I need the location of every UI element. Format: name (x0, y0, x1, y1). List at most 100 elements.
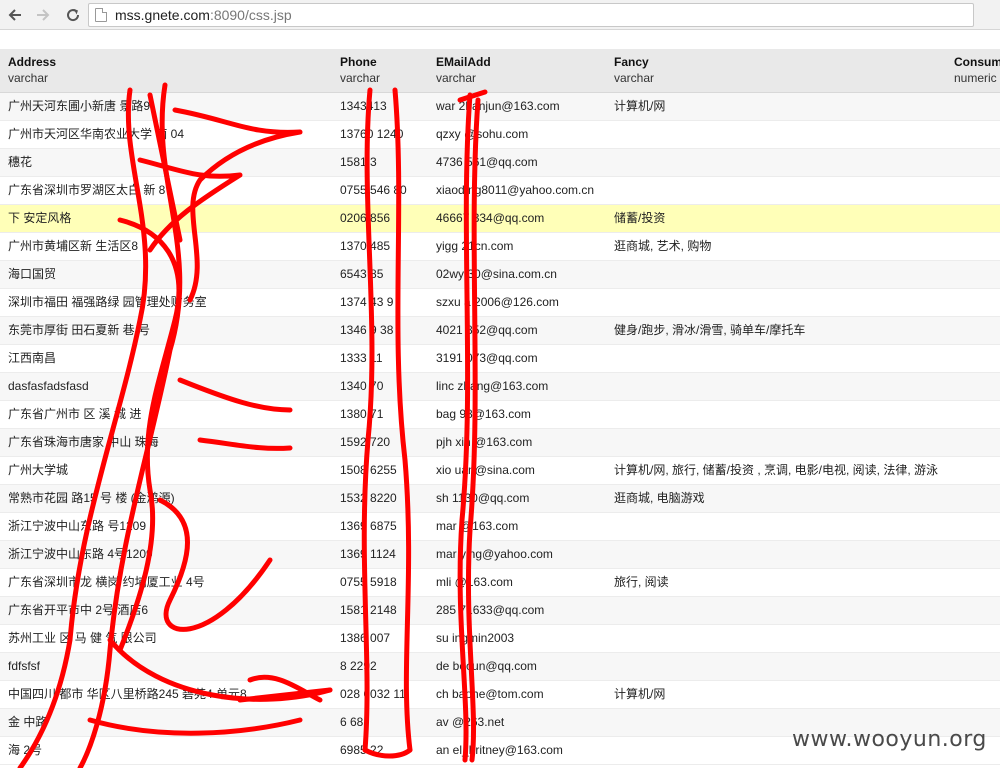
cell-fancy: 计算机/网, 旅行, 储蓄/投资 , 烹调, 电影/电视, 阅读, 法律, 游泳 (614, 463, 939, 477)
column-header-consume: Consum numeric (954, 54, 1000, 86)
column-name: EMailAdd (436, 55, 491, 69)
cell-phone: 6543 85 (340, 267, 384, 281)
cell-address: 穗花 (8, 155, 33, 169)
column-name: Consum (954, 55, 1000, 69)
cell-email: 46667 334@qq.com (436, 211, 545, 225)
cell-email: 285 71633@qq.com (436, 603, 545, 617)
arrow-right-icon (37, 8, 50, 21)
table-row: 广州大学城 1508 6255 xio uan@sina.com 计算机/网, 旅行,… (0, 457, 1000, 485)
cell-email: qzxy @sohu.com (436, 127, 529, 141)
table-row: 穗花 1581 3 4736 561@qq.com (0, 149, 1000, 177)
cell-email: av @263.net (436, 715, 505, 729)
cell-address: 苏州工业 区 马 健 气 限公司 (8, 631, 157, 645)
cell-email: 4021 852@qq.com (436, 323, 538, 337)
cell-email: bag 98@163.com (436, 407, 531, 421)
reload-button[interactable] (62, 4, 84, 26)
table-row: 常熟市花园 路15 号 楼 (金鸿源) 1532 8220 sh 1130@qq.c… (0, 485, 1000, 513)
cell-phone: 1386 007 (340, 631, 391, 645)
cell-email: mar ying@yahoo.com (436, 547, 553, 561)
table-row: 深圳市福田 福强路绿 园管理处财务室 1374 43 9 szxu a 2006@1… (0, 289, 1000, 317)
cell-phone: 1343413 (340, 99, 387, 113)
cell-address: 广东省广州市 区 溪 城 进 (8, 407, 142, 421)
table-row: dasfasfadsfasd 1340 70 linc zhang@163.com (0, 373, 1000, 401)
table-row: 下 安定风格 0206 856 46667 334@qq.com 储蓄/投资 (0, 205, 1000, 233)
cell-address: 广州大学城 (8, 463, 69, 477)
cell-email: linc zhang@163.com (436, 379, 549, 393)
cell-address: 广东省开平市中 2号 酒店6 (8, 603, 149, 617)
table-header: Address varchar Phone varchar EMailAdd v… (0, 49, 1000, 93)
cell-phone: 1333 11 (340, 351, 383, 365)
cell-fancy: 旅行, 阅读 (614, 575, 669, 589)
cell-phone: 1581 2148 (340, 603, 397, 617)
column-header-email: EMailAdd varchar (436, 54, 491, 86)
cell-phone: 8 2292 (340, 659, 377, 673)
column-type: varchar (8, 71, 49, 85)
column-type: varchar (614, 71, 655, 85)
cell-email: xio uan@sina.com (436, 463, 535, 477)
column-name: Phone (340, 55, 377, 69)
url-path: :8090/css.jsp (209, 7, 292, 23)
cell-email: szxu a 2006@126.com (436, 295, 559, 309)
cell-address: 江西南昌 (8, 351, 57, 365)
table-row: 江西南昌 1333 11 3191 073@qq.com (0, 345, 1000, 373)
cell-email: mar @163.com (436, 519, 519, 533)
table-row: 广东省深圳市罗湖区太白 新 8 0755 546 80 xiaod ng8011@y… (0, 177, 1000, 205)
cell-phone: 1532 8220 (340, 491, 397, 505)
cell-address: 广东省深圳市龙 横岗 约埔厦工业 4号 (8, 575, 205, 589)
table-row: 广州市黄埔区新 生活区8 1370 485 yigg 21cn.com 逛商城, 艺术… (0, 233, 1000, 261)
forward-button[interactable] (32, 4, 54, 26)
page-icon (95, 8, 107, 22)
cell-phone: 1581 3 (340, 155, 377, 169)
cell-email: 02wy 30@sina.com.cn (436, 267, 557, 281)
table-row: 苏州工业 区 马 健 气 限公司 1386 007 su ingmin2003 (0, 625, 1000, 653)
column-type: varchar (436, 71, 477, 85)
address-bar[interactable]: mss.gnete.com:8090/css.jsp (88, 3, 974, 27)
table-row: 广东省珠海市唐家 中山 珠海 1592 720 pjh xin @163.com (0, 429, 1000, 457)
cell-fancy: 计算机/网 (614, 687, 666, 701)
cell-address: 浙江宁波中山东路 号1209 (8, 519, 147, 533)
column-header-phone: Phone varchar (340, 54, 380, 86)
table-row: 东莞市厚街 田石夏新 巷 号 1346 9 38 4021 852@qq.com 健身… (0, 317, 1000, 345)
table-row: 中国四川 都市 华区八里桥路245 碧苑4 单元8 028 6032 11 ch b… (0, 681, 1000, 709)
column-type: varchar (340, 71, 381, 85)
url-host: mss.gnete.com (115, 7, 210, 23)
table-row: 广州市天河区华南农业大学 南 04 13760 1240 qzxy @sohu.co… (0, 121, 1000, 149)
cell-address: 广东省深圳市罗湖区太白 新 8 (8, 183, 166, 197)
cell-email: xiaod ng8011@yahoo.com.cn (436, 183, 595, 197)
cell-address: dasfasfadsfasd (8, 379, 89, 393)
cell-fancy: 计算机/网 (614, 99, 666, 113)
cell-address: 东莞市厚街 田石夏新 巷 号 (8, 323, 151, 337)
cell-phone: 1508 6255 (340, 463, 397, 477)
table-row: 广州天河东圃小新唐 景路9 1343413 war 2banjun@163.com 计… (0, 93, 1000, 121)
cell-fancy: 逛商城, 艺术, 购物 (614, 239, 712, 253)
cell-address: 深圳市福田 福强路绿 园管理处财务室 (8, 295, 207, 309)
cell-phone: 1374 43 9 (340, 295, 394, 309)
page-content: Address varchar Phone varchar EMailAdd v… (0, 31, 1000, 768)
cell-email: yigg 21cn.com (436, 239, 514, 253)
table-row: 浙江宁波中山东路 4号1209 1369 1124 mar ying@yahoo.c… (0, 541, 1000, 569)
cell-phone: 028 6032 11 (340, 687, 406, 701)
cell-phone: 1370 485 (340, 239, 391, 253)
cell-address: 广东省珠海市唐家 中山 珠海 (8, 435, 159, 449)
cell-phone: 1592 720 (340, 435, 391, 449)
cell-phone: 1369 1124 (340, 547, 396, 561)
table-row: fdfsfsf 8 2292 de bocun@qq.com (0, 653, 1000, 681)
table-row: 广东省广州市 区 溪 城 进 1380 71 bag 98@163.com (0, 401, 1000, 429)
cell-address: 常熟市花园 路15 号 楼 (金鸿源) (8, 491, 175, 505)
cell-fancy: 逛商城, 电脑游戏 (614, 491, 705, 505)
cell-email: pjh xin @163.com (436, 435, 533, 449)
cell-address: 广州天河东圃小新唐 景路9 (8, 99, 151, 113)
cell-email: an el_britney@163.com (436, 743, 563, 757)
cell-phone: 1380 71 (340, 407, 384, 421)
cell-address: 中国四川 都市 华区八里桥路245 碧苑4 单元8 (8, 687, 247, 701)
table-row: 浙江宁波中山东路 号1209 1369 6875 mar @163.com (0, 513, 1000, 541)
cell-fancy: 储蓄/投资 (614, 211, 666, 225)
cell-email: de bocun@qq.com (436, 659, 537, 673)
table-row: 海口国贸 6543 85 02wy 30@sina.com.cn (0, 261, 1000, 289)
cell-phone: 6 68 (340, 715, 364, 729)
cell-phone: 1340 70 (340, 379, 384, 393)
column-name: Fancy (614, 55, 649, 69)
watermark: www.wooyun.org (792, 727, 987, 752)
cell-phone: 0755 546 80 (340, 183, 407, 197)
back-button[interactable] (4, 4, 26, 26)
